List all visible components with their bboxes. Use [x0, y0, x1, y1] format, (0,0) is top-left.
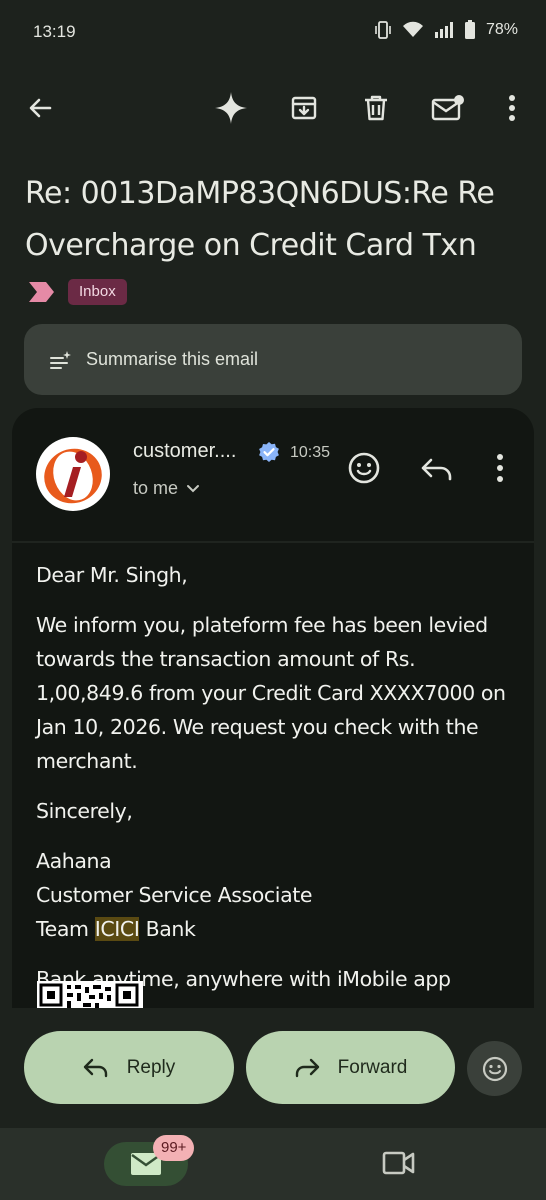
gemini-sparkle-icon[interactable]: [211, 88, 251, 128]
greeting: Dear Mr. Singh,: [36, 563, 188, 587]
add-reaction-icon[interactable]: [344, 448, 384, 488]
message-body: Dear Mr. Singh, We inform you, plateform…: [36, 558, 506, 1012]
chevron-down-icon: [186, 484, 200, 494]
email-subject: Re: 0013DaMP83QN6DUS:Re Re Overcharge on…: [25, 176, 495, 263]
reply-icon: [83, 1057, 109, 1079]
signature-team-suffix: Bank: [139, 917, 196, 941]
delete-icon[interactable]: [356, 88, 396, 128]
body-paragraph: We inform you, plateform fee has been le…: [36, 613, 506, 773]
status-time: 13:19: [33, 22, 76, 41]
sender-name[interactable]: customer....: [133, 440, 236, 463]
reply-button[interactable]: Reply: [24, 1031, 234, 1104]
battery-percent: 78%: [485, 21, 518, 38]
message-time: 10:35: [290, 444, 331, 461]
vibrate-icon: [374, 20, 392, 40]
signal-icon: [434, 21, 454, 39]
sender-avatar[interactable]: [36, 437, 110, 511]
mark-unread-icon[interactable]: [428, 88, 468, 128]
label-important-icon: [29, 282, 55, 302]
verified-badge-icon: [258, 441, 280, 463]
summarise-sparkle-icon: [50, 350, 72, 370]
forward-icon: [294, 1057, 320, 1079]
summarise-button[interactable]: Summarise this email: [24, 324, 522, 395]
qr-code-image: [37, 981, 143, 1011]
emoji-reaction-button[interactable]: [467, 1041, 522, 1096]
meet-video-icon[interactable]: [382, 1148, 416, 1178]
reply-label: Reply: [126, 1056, 176, 1078]
signature-name: Aahana: [36, 849, 112, 873]
signature-team-prefix: Team: [36, 917, 95, 941]
recipient-details-toggle[interactable]: to me: [133, 478, 200, 499]
message-more-icon[interactable]: [484, 448, 516, 488]
more-vert-icon[interactable]: [492, 88, 532, 128]
archive-icon[interactable]: [284, 88, 324, 128]
forward-label: Forward: [337, 1056, 408, 1078]
status-icons: 78%: [374, 20, 518, 40]
closing: Sincerely,: [36, 799, 133, 823]
inbox-label-chip[interactable]: Inbox: [68, 279, 127, 305]
battery-icon: [464, 20, 476, 40]
header-divider: [12, 541, 534, 543]
signature: Aahana Customer Service Associate Team I…: [36, 844, 506, 946]
forward-button[interactable]: Forward: [246, 1031, 455, 1104]
bottom-navigation: [0, 1128, 546, 1200]
wifi-icon: [402, 21, 424, 39]
signature-title: Customer Service Associate: [36, 883, 313, 907]
summarise-label: Summarise this email: [86, 349, 259, 369]
recipient-label: to me: [133, 478, 179, 498]
back-arrow-icon[interactable]: [20, 88, 60, 128]
unread-count-badge: 99+: [153, 1135, 195, 1161]
emoji-icon: [481, 1055, 509, 1083]
reply-icon[interactable]: [417, 448, 457, 488]
status-bar: 13:19 78%: [0, 0, 546, 64]
icici-logo-icon: [44, 448, 102, 504]
search-highlight: ICICI: [94, 917, 140, 941]
